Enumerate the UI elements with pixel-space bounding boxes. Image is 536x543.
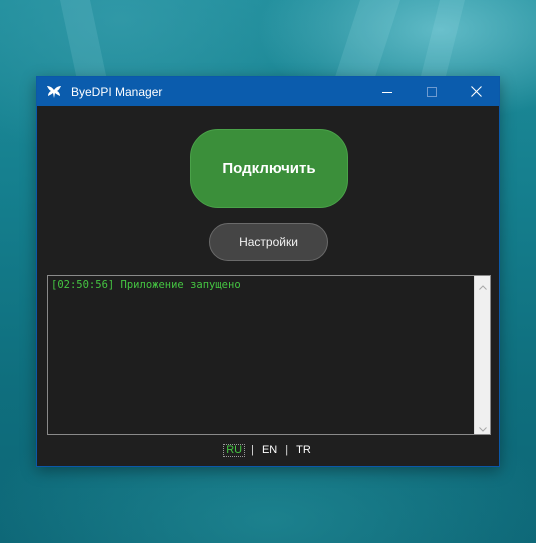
log-line: [02:50:56] Приложение запущено bbox=[51, 279, 241, 291]
lang-ru[interactable]: RU bbox=[223, 443, 246, 457]
close-button[interactable] bbox=[454, 77, 499, 106]
lang-separator: | bbox=[251, 444, 254, 456]
window-title: ByeDPI Manager bbox=[71, 84, 163, 99]
close-icon bbox=[471, 86, 482, 97]
minimize-button[interactable] bbox=[364, 77, 409, 106]
title-bar[interactable]: ByeDPI Manager bbox=[37, 77, 499, 106]
log-scrollbar[interactable] bbox=[474, 276, 490, 434]
maximize-button[interactable] bbox=[409, 77, 454, 106]
maximize-icon bbox=[426, 86, 437, 97]
lang-tr[interactable]: TR bbox=[294, 444, 313, 456]
connect-button[interactable]: Подключить bbox=[190, 129, 348, 208]
minimize-icon bbox=[381, 87, 392, 97]
language-switcher: RU | EN | TR bbox=[37, 442, 499, 458]
window-controls bbox=[364, 77, 499, 106]
log-output[interactable]: [02:50:56] Приложение запущено bbox=[47, 275, 491, 435]
bird-icon bbox=[46, 84, 62, 100]
chevron-down-icon bbox=[479, 417, 487, 436]
lang-en[interactable]: EN bbox=[260, 444, 279, 456]
scroll-down-button[interactable] bbox=[475, 418, 491, 434]
lang-separator: | bbox=[285, 444, 289, 456]
app-window: ByeDPI Manager Подключить Настройки [02:… bbox=[36, 76, 500, 467]
settings-button[interactable]: Настройки bbox=[209, 223, 328, 261]
scroll-up-button[interactable] bbox=[475, 276, 491, 292]
chevron-up-icon bbox=[479, 275, 487, 294]
